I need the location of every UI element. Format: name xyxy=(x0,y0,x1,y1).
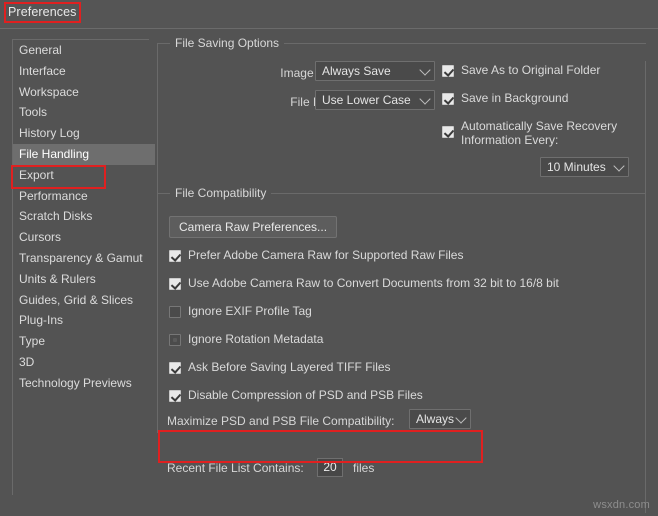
chevron-down-icon xyxy=(419,64,431,76)
sidebar-item-label: Interface xyxy=(19,63,66,78)
sidebar-item-label: Guides, Grid & Slices xyxy=(19,292,134,307)
sidebar-item-3d[interactable]: 3D xyxy=(13,352,149,373)
sidebar-item-label: Plug-Ins xyxy=(19,313,64,328)
sidebar-item-label: 3D xyxy=(19,354,35,369)
save-as-original-folder-label: Save As to Original Folder xyxy=(461,63,601,77)
save-in-background-label: Save in Background xyxy=(461,91,569,105)
auto-save-interval-value: 10 Minutes xyxy=(547,160,606,174)
ignore-exif-label: Ignore EXIF Profile Tag xyxy=(188,304,312,318)
ignore-rotation-row[interactable]: Ignore Rotation Metadata xyxy=(169,332,323,347)
sidebar-item-performance[interactable]: Performance xyxy=(13,186,149,207)
auto-save-recovery-label-line1: Automatically Save Recovery xyxy=(461,119,618,133)
sidebar-item-guides-grid-slices[interactable]: Guides, Grid & Slices xyxy=(13,290,149,311)
prefer-camera-raw-label: Prefer Adobe Camera Raw for Supported Ra… xyxy=(188,248,464,262)
sidebar-item-technology-previews[interactable]: Technology Previews xyxy=(13,373,149,394)
sidebar-item-scratch-disks[interactable]: Scratch Disks xyxy=(13,206,149,227)
sidebar-item-label: Tools xyxy=(19,105,48,120)
page-title: Preferences xyxy=(8,5,77,19)
preferences-dialog: General Interface Workspace Tools Histor… xyxy=(0,28,658,516)
sidebar-item-transparency-gamut[interactable]: Transparency & Gamut xyxy=(13,248,149,269)
convert-32bit-label: Use Adobe Camera Raw to Convert Document… xyxy=(188,276,559,290)
preferences-category-list[interactable]: General Interface Workspace Tools Histor… xyxy=(12,39,155,495)
prefer-camera-raw-checkbox[interactable] xyxy=(169,250,181,262)
disable-compression-row[interactable]: Disable Compression of PSD and PSB Files xyxy=(169,388,423,403)
window-title-bar: Preferences xyxy=(0,0,658,28)
prefer-camera-raw-row[interactable]: Prefer Adobe Camera Raw for Supported Ra… xyxy=(169,248,463,263)
sidebar-item-units-rulers[interactable]: Units & Rulers xyxy=(13,269,149,290)
sidebar-item-label: Type xyxy=(19,334,46,349)
save-in-background-row[interactable]: Save in Background xyxy=(442,91,568,106)
sidebar-item-label: General xyxy=(19,43,62,57)
sidebar-item-label: File Handling xyxy=(19,146,90,161)
recent-file-list-label: Recent File List Contains: xyxy=(167,461,304,475)
maximize-compatibility-value: Always xyxy=(416,412,455,426)
image-previews-dropdown[interactable]: Always Save xyxy=(315,61,435,81)
save-as-original-folder-checkbox[interactable] xyxy=(442,65,454,77)
sidebar-item-interface[interactable]: Interface xyxy=(13,61,149,82)
convert-32bit-row[interactable]: Use Adobe Camera Raw to Convert Document… xyxy=(169,276,559,291)
auto-save-recovery-label-line2: Information Every: xyxy=(461,133,559,147)
sidebar-item-label: Technology Previews xyxy=(19,375,132,390)
sidebar-item-label: Cursors xyxy=(19,230,62,245)
convert-32bit-checkbox[interactable] xyxy=(169,278,181,290)
maximize-compatibility-dropdown[interactable]: Always xyxy=(409,409,471,429)
sidebar-item-label: Units & Rulers xyxy=(19,271,96,286)
sidebar-item-file-handling[interactable]: File Handling xyxy=(13,143,155,165)
sidebar-item-type[interactable]: Type xyxy=(13,331,149,352)
sidebar-item-label: Export xyxy=(19,167,54,182)
recent-file-list-input[interactable]: 20 xyxy=(317,458,343,477)
camera-raw-preferences-button[interactable]: Camera Raw Preferences... xyxy=(169,216,338,238)
sidebar-item-export[interactable]: Export xyxy=(13,165,149,186)
sidebar-item-label: Performance xyxy=(19,188,88,203)
auto-save-recovery-checkbox[interactable] xyxy=(442,126,454,138)
group-title-file-saving-options: File Saving Options xyxy=(170,36,285,50)
ignore-exif-checkbox[interactable] xyxy=(169,306,181,318)
recent-file-list-suffix: files xyxy=(353,461,375,475)
file-extension-dropdown[interactable]: Use Lower Case xyxy=(315,90,435,110)
disable-compression-label: Disable Compression of PSD and PSB Files xyxy=(188,388,423,402)
file-extension-value: Use Lower Case xyxy=(322,93,411,107)
save-as-original-folder-row[interactable]: Save As to Original Folder xyxy=(442,63,600,78)
image-previews-value: Always Save xyxy=(322,64,391,78)
sidebar-item-workspace[interactable]: Workspace xyxy=(13,82,149,103)
ignore-exif-row[interactable]: Ignore EXIF Profile Tag xyxy=(169,304,312,319)
sidebar-item-label: Transparency & Gamut xyxy=(19,250,143,265)
maximize-compatibility-label: Maximize PSD and PSB File Compatibility: xyxy=(167,414,395,428)
group-title-file-compatibility: File Compatibility xyxy=(170,186,272,200)
sidebar-item-history-log[interactable]: History Log xyxy=(13,123,149,144)
preferences-content-pane: File Saving Options Image Previews: Alwa… xyxy=(157,33,646,494)
sidebar-item-general[interactable]: General xyxy=(13,40,149,61)
disable-compression-checkbox[interactable] xyxy=(169,390,181,402)
sidebar-item-tools[interactable]: Tools xyxy=(13,102,149,123)
ask-layered-tiff-row[interactable]: Ask Before Saving Layered TIFF Files xyxy=(169,360,391,375)
ignore-rotation-checkbox[interactable] xyxy=(169,334,181,346)
chevron-down-icon xyxy=(419,93,431,105)
sidebar-item-plug-ins[interactable]: Plug-Ins xyxy=(13,310,149,331)
sidebar-item-label: Scratch Disks xyxy=(19,209,93,224)
save-in-background-checkbox[interactable] xyxy=(442,93,454,105)
watermark: wsxdn.com xyxy=(593,499,650,511)
chevron-down-icon xyxy=(613,160,625,172)
sidebar-item-label: Workspace xyxy=(19,84,79,99)
chevron-down-icon xyxy=(455,412,467,424)
sidebar-item-cursors[interactable]: Cursors xyxy=(13,227,149,248)
auto-save-interval-dropdown[interactable]: 10 Minutes xyxy=(540,157,629,177)
ask-layered-tiff-label: Ask Before Saving Layered TIFF Files xyxy=(188,360,391,374)
ask-layered-tiff-checkbox[interactable] xyxy=(169,362,181,374)
sidebar-item-label: History Log xyxy=(19,126,80,141)
ignore-rotation-label: Ignore Rotation Metadata xyxy=(188,332,324,346)
